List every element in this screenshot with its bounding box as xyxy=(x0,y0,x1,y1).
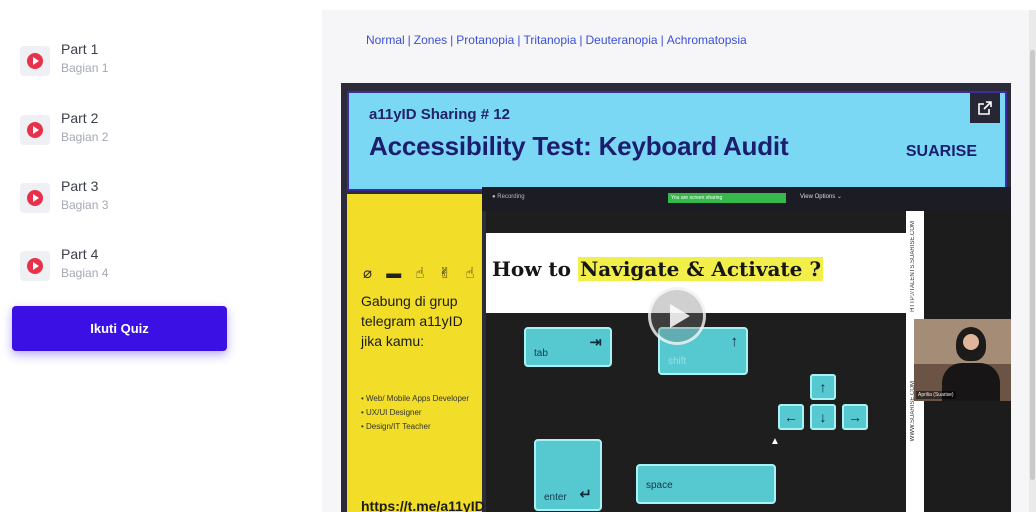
key-label: space xyxy=(646,480,673,491)
hand-icons: ⌀ ▬ ☝ ✌ ☝ xyxy=(363,265,480,282)
participant-video: Aprilia (Suarise) xyxy=(914,319,1011,401)
key-label: tab xyxy=(534,348,548,359)
play-icon xyxy=(20,46,50,76)
color-mode-protanopia[interactable]: Protanopia xyxy=(456,33,514,47)
scrollbar[interactable] xyxy=(1029,10,1036,512)
screen-share-notice: You are screen sharing xyxy=(668,193,786,203)
color-mode-deuteranopia[interactable]: Deuteranopia xyxy=(586,33,658,47)
shift-arrow-icon: ↑ xyxy=(730,333,739,350)
tab-arrow-icon: ⇥ xyxy=(589,334,602,351)
enter-key: enter ↵ xyxy=(534,439,602,511)
part-subtitle: Bagian 4 xyxy=(61,266,109,280)
part-title: Part 3 xyxy=(61,178,99,194)
recording-indicator: ● Recording xyxy=(492,194,525,200)
audience-item: • Web/ Mobile Apps Developer xyxy=(361,394,470,403)
play-icon xyxy=(20,115,50,145)
separator: | xyxy=(579,33,583,47)
slide-heading-prefix: How to xyxy=(492,257,578,281)
space-key: space xyxy=(636,464,776,504)
sidebar-part-1[interactable]: Part 1 Bagian 1 xyxy=(20,40,300,90)
slide-heading: How to Navigate & Activate ? xyxy=(492,257,824,281)
part-title: Part 4 xyxy=(61,246,99,262)
telegram-panel: ⌀ ▬ ☝ ✌ ☝ Gabung di grup telegram a11yID… xyxy=(347,194,485,512)
key-label: shift xyxy=(668,356,687,367)
separator: | xyxy=(450,33,454,47)
play-button[interactable] xyxy=(648,287,706,345)
arrow-left-icon: ← xyxy=(778,404,804,430)
join-text: Gabung di grup telegram a11yID jika kamu… xyxy=(361,293,463,349)
meeting-toolbar: ● Recording You are screen sharing View … xyxy=(482,187,1011,211)
enter-arrow-icon: ↵ xyxy=(579,486,592,503)
video-player[interactable]: a11yID Sharing # 12 Accessibility Test: … xyxy=(341,83,1011,512)
color-mode-achromatopsia[interactable]: Achromatopsia xyxy=(667,33,747,47)
separator: | xyxy=(517,33,521,47)
part-title: Part 1 xyxy=(61,41,99,57)
part-subtitle: Bagian 1 xyxy=(61,61,109,75)
arrow-right-icon: → xyxy=(842,404,868,430)
slide-heading-highlight: Navigate & Activate ? xyxy=(577,257,824,281)
color-mode-tritanopia[interactable]: Tritanopia xyxy=(523,33,576,47)
separator: | xyxy=(407,33,411,47)
arrow-down-icon: ↓ xyxy=(810,404,836,430)
arrow-up-icon: ↑ xyxy=(810,374,836,400)
sharing-tag: a11yID Sharing # 12 xyxy=(369,106,510,123)
quiz-button[interactable]: Ikuti Quiz xyxy=(12,306,227,351)
video-title: Accessibility Test: Keyboard Audit xyxy=(369,131,789,161)
video-banner: a11yID Sharing # 12 Accessibility Test: … xyxy=(347,91,1007,191)
key-label: enter xyxy=(544,492,567,503)
sidebar-part-4[interactable]: Part 4 Bagian 4 xyxy=(20,245,300,295)
sidebar: Part 1 Bagian 1 Part 2 Bagian 2 Part 3 B… xyxy=(0,0,320,512)
tab-key: tab ⇥ xyxy=(524,327,612,367)
sidebar-part-3[interactable]: Part 3 Bagian 3 xyxy=(20,177,300,227)
separator: | xyxy=(660,33,664,47)
telegram-link: https://t.me/a11yID xyxy=(361,498,485,512)
part-subtitle: Bagian 2 xyxy=(61,130,109,144)
page: Part 1 Bagian 1 Part 2 Bagian 2 Part 3 B… xyxy=(0,0,1036,512)
mouse-cursor-icon: ▲ xyxy=(770,436,780,447)
play-icon xyxy=(20,251,50,281)
view-options: View Options ⌄ xyxy=(800,194,842,200)
cut-off-description: ▁▁▁▁▁▁▁▁▁▁▁▁▁▁▁▁▁▁▁▁▁▁▁▁▁▁▁▁▁▁▁▁▁▁▁ xyxy=(366,2,689,12)
shared-slide: How to Navigate & Activate ? tab ⇥ shift… xyxy=(486,211,906,512)
color-mode-links: Normal | Zones | Protanopia | Tritanopia | Deute… xyxy=(366,33,747,47)
part-subtitle: Bagian 3 xyxy=(61,198,109,212)
audience-list: • Web/ Mobile Apps Developer • UX/UI Des… xyxy=(361,393,479,435)
color-mode-normal[interactable]: Normal xyxy=(366,33,405,47)
color-mode-zones[interactable]: Zones xyxy=(414,33,447,47)
participant-name: Aprilia (Suarise) xyxy=(916,391,956,399)
brand-logo: SUARISE xyxy=(905,143,977,160)
side-text: HTTP://TALENTS.SUARISE.COM xyxy=(910,221,916,312)
audience-item: • Design/IT Teacher xyxy=(361,422,431,431)
sidebar-part-2[interactable]: Part 2 Bagian 2 xyxy=(20,109,300,159)
audience-item: • UX/UI Designer xyxy=(361,408,422,417)
play-icon xyxy=(20,183,50,213)
part-title: Part 2 xyxy=(61,110,99,126)
open-external-icon[interactable] xyxy=(970,93,1000,123)
